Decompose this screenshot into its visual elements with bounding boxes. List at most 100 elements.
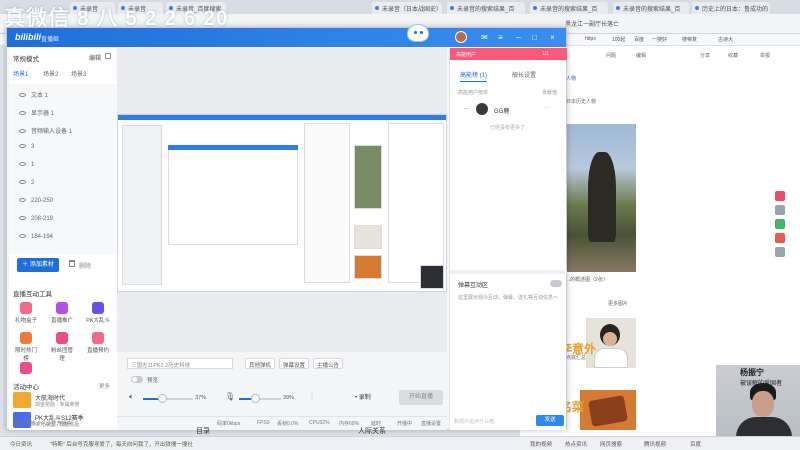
scene-panel: 常规模式 编辑 场景1 场景2 场景3 文本 1 显示器 1 音频输入设备 1 … — [9, 48, 117, 430]
eye-icon[interactable] — [19, 198, 26, 203]
close-icon[interactable]: × — [547, 32, 558, 43]
wechat-icon[interactable] — [775, 219, 785, 229]
browser-tab[interactable]: 历史上的日本：鲁成功的 — [692, 2, 770, 14]
source-item[interactable]: 208-219 — [19, 216, 53, 228]
pill-button[interactable]: 弹幕设置 — [279, 358, 310, 369]
interaction-toggle[interactable] — [550, 280, 562, 287]
preview-toggle[interactable] — [131, 376, 143, 383]
more-photos-link[interactable]: 更多图片 — [608, 300, 628, 307]
food-photo[interactable] — [580, 390, 636, 430]
bookmark[interactable]: 100起 — [612, 36, 625, 43]
webpage-text[interactable]: 收藏 — [728, 52, 738, 59]
eye-icon[interactable] — [19, 111, 26, 116]
taskbar-item[interactable]: 我的视频 — [530, 440, 552, 448]
taskbar-item[interactable]: 今日资讯 — [10, 440, 32, 448]
source-list[interactable]: 文本 1 显示器 1 音频输入设备 1 3 1 2 220-250 208-21… — [9, 84, 117, 254]
webpage-text[interactable]: 问题 — [606, 52, 616, 59]
list-item[interactable]: — GG鹿 ··· — [464, 103, 554, 117]
speaker-icon[interactable]: 🔈︎ — [129, 392, 134, 402]
taskbar-news[interactable]: "特斯" 后台号克服寻爱了，每天向问我了，开出铁搜一搜社 — [50, 440, 193, 448]
pill-button[interactable]: 其他弹机 — [245, 358, 276, 369]
taskbar-item[interactable]: 网页搜索 — [600, 440, 622, 448]
avatar[interactable] — [476, 103, 488, 115]
source-item[interactable]: 220-250 — [19, 198, 53, 210]
tab-scene-3[interactable]: 场景3 — [71, 69, 86, 78]
qq-icon[interactable] — [775, 247, 785, 257]
tool-promotion[interactable]: 直播推广 — [49, 302, 75, 330]
live-settings-link[interactable]: 直播设置 — [421, 420, 441, 427]
star-icon[interactable] — [775, 191, 785, 201]
bookmark[interactable]: https — [585, 36, 596, 42]
browser-tab[interactable]: 未录音（日本战国史） — [372, 2, 442, 14]
stream-preview[interactable] — [117, 48, 447, 352]
eye-icon[interactable] — [19, 93, 26, 98]
tool-gift-box[interactable]: 礼物盒子 — [13, 302, 39, 330]
statue-photo[interactable] — [566, 124, 636, 272]
toc-label[interactable]: 目录 — [196, 426, 210, 436]
source-item[interactable]: 184-194 — [19, 234, 53, 246]
taskbar-item[interactable]: 腾讯视频 — [644, 440, 666, 448]
tool-pk[interactable]: PK大乱斗 — [85, 302, 111, 330]
send-button[interactable]: 发送 — [536, 415, 564, 426]
source-item[interactable]: 文本 1 — [19, 90, 48, 102]
tool-extra[interactable] — [13, 362, 39, 378]
webpage-text[interactable]: 举报 — [760, 52, 770, 59]
pill-button[interactable]: 主播公告 — [313, 358, 344, 369]
source-item[interactable]: 2 — [19, 180, 34, 192]
start-live-button[interactable]: 开始直播 — [399, 390, 443, 405]
source-item[interactable]: 1 — [19, 162, 34, 174]
webpage-text[interactable]: 分享 — [700, 52, 710, 59]
tab-captain[interactable]: 舰长设置 — [512, 70, 536, 79]
eye-icon[interactable] — [19, 234, 26, 239]
microphone-icon[interactable]: 🎙︎ — [225, 392, 235, 401]
browser-tab[interactable]: 未录音的搜索结果_百 — [530, 2, 608, 14]
activity-more-link[interactable]: 更多 — [99, 382, 110, 390]
bookmark[interactable]: 一搜好 — [652, 36, 667, 43]
promote-icon — [56, 302, 68, 314]
activity-item[interactable]: 大航海时代 现金奖励 · 专属荣誉 — [13, 392, 113, 412]
live-title-input[interactable]: 三国志11PK2.2历史科技 — [127, 358, 233, 369]
source-item[interactable]: 显示器 1 — [19, 108, 54, 120]
taskbar-item[interactable]: 百度 — [690, 440, 701, 448]
lock-icon[interactable] — [105, 53, 111, 59]
tab-high-energy[interactable]: 高能榜 (1) — [460, 70, 488, 82]
source-item[interactable]: 音频输入设备 1 — [19, 126, 72, 138]
menu-icon[interactable]: ≡ — [495, 32, 506, 43]
eye-icon[interactable] — [19, 162, 26, 167]
share-icon[interactable] — [775, 205, 785, 215]
bookmark[interactable]: 古诗大 — [718, 36, 733, 43]
trash-icon[interactable] — [69, 260, 75, 267]
weibo-icon[interactable] — [775, 233, 785, 243]
avatar[interactable] — [455, 31, 467, 43]
tool-fan-club[interactable]: 粉丝团管理 — [49, 332, 75, 362]
minimize-icon[interactable]: – — [513, 32, 524, 43]
relations-label[interactable]: 人际关系 — [358, 426, 386, 436]
browser-tab[interactable]: 未录音的搜索结果_百 — [447, 2, 525, 14]
eye-icon[interactable] — [19, 216, 26, 221]
webpage-text[interactable]: 编辑 — [636, 52, 646, 59]
speaker-slider-handle[interactable] — [158, 394, 167, 403]
user-name: GG鹿 — [494, 109, 510, 115]
chat-input[interactable]: 和观众说点什么吧 — [454, 416, 530, 426]
bookmark[interactable]: 搜帝复 — [682, 36, 697, 43]
equalizer-icon[interactable]: ⫶ — [311, 392, 313, 402]
tool-reservation[interactable]: 直播预约 — [85, 332, 111, 360]
eye-icon[interactable] — [19, 129, 26, 134]
taskbar-item[interactable]: 热点资讯 — [565, 440, 587, 448]
mic-slider-handle[interactable] — [251, 394, 260, 403]
bookmark[interactable]: 百度 — [634, 36, 644, 43]
tool-hot-rank[interactable]: 限时热门榜 — [13, 332, 39, 362]
mail-icon[interactable]: ✉ — [479, 32, 490, 43]
more-icon[interactable]: ··· — [544, 105, 550, 111]
maximize-icon[interactable]: □ — [529, 32, 540, 43]
eye-icon[interactable] — [19, 180, 26, 185]
delete-source-button[interactable]: 删除 — [79, 261, 91, 270]
browser-tab[interactable]: 未录音的搜索结果_百 — [613, 2, 689, 14]
record-button[interactable]: • 录制 — [355, 392, 379, 404]
source-item[interactable]: 3 — [19, 144, 34, 156]
scene-edit-button[interactable]: 编辑 — [89, 53, 101, 62]
tab-scene-2[interactable]: 场景2 — [43, 69, 58, 78]
tab-scene-1[interactable]: 场景1 — [13, 69, 28, 78]
add-source-button[interactable]: ＋ 添加素材 — [17, 258, 59, 272]
eye-icon[interactable] — [19, 144, 26, 149]
